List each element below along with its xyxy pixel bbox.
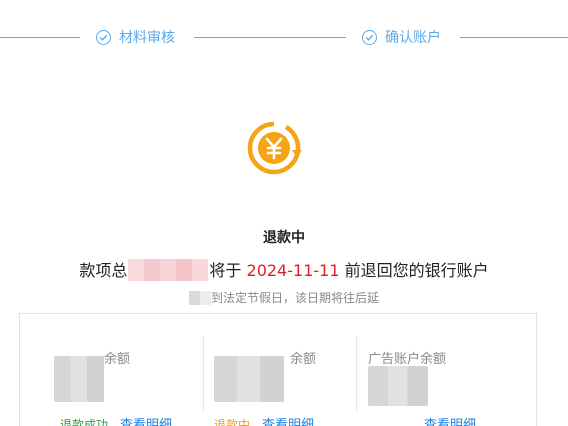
refund-date: 2024-11-11 xyxy=(246,261,340,280)
step-label: 材料审核 xyxy=(119,30,175,46)
check-circle-icon xyxy=(362,29,377,45)
redacted-amount xyxy=(214,356,284,402)
refund-message: 款项总 将于 2024-11-11 前退回您的银行账户 xyxy=(0,257,568,283)
column-divider xyxy=(356,336,357,412)
message-suffix: 前退回您的银行账户 xyxy=(344,261,489,280)
balance-column: 广告账户余额 查看明细 xyxy=(368,336,528,426)
step-line xyxy=(0,37,80,38)
view-details-link[interactable]: 查看明细 xyxy=(262,414,314,426)
step-confirm-account: 确认账户 xyxy=(362,27,441,47)
view-details-link[interactable]: 查看明细 xyxy=(120,414,172,426)
redacted-amount xyxy=(368,366,428,406)
step-line xyxy=(460,37,568,38)
balance-label: 广告账户余额 xyxy=(368,352,447,367)
balance-label: 余额 xyxy=(290,352,317,367)
message-prefix: 款项总 xyxy=(79,261,128,280)
step-bar: 材料审核 确认账户 xyxy=(0,24,568,52)
redacted-amount xyxy=(54,356,104,402)
balance-state: 退款中 xyxy=(214,418,251,426)
column-divider xyxy=(203,336,204,412)
message-mid: 将于 xyxy=(209,261,242,280)
balance-column: 余额 退款中 查看明细 xyxy=(214,336,354,426)
holiday-note: 到法定节假日，该日期将往后延 xyxy=(0,289,568,306)
refund-status-title: 退款中 xyxy=(263,230,305,246)
balance-state: 退款成功 xyxy=(60,418,109,426)
refund-progress-page: 材料审核 确认账户 退款中 款项总 将于 2024-11-11 前退回您的银行账户… xyxy=(0,0,568,426)
balance-panel: 余额 退款成功 查看明细 余额 退款中 查看明细 广告账户余额 查看明细 xyxy=(19,313,537,426)
note-text: 到法定节假日，该日期将往后延 xyxy=(210,291,379,305)
view-details-link[interactable]: 查看明细 xyxy=(424,414,476,426)
check-circle-icon xyxy=(96,29,111,45)
redacted-text xyxy=(188,290,211,305)
step-line xyxy=(194,37,346,38)
refund-yen-icon xyxy=(247,121,302,175)
step-label: 确认账户 xyxy=(385,30,441,46)
step-materials-review: 材料审核 xyxy=(96,27,175,47)
balance-label: 余额 xyxy=(104,352,131,367)
redacted-amount xyxy=(128,258,209,281)
balance-column: 余额 退款成功 查看明细 xyxy=(54,336,200,426)
